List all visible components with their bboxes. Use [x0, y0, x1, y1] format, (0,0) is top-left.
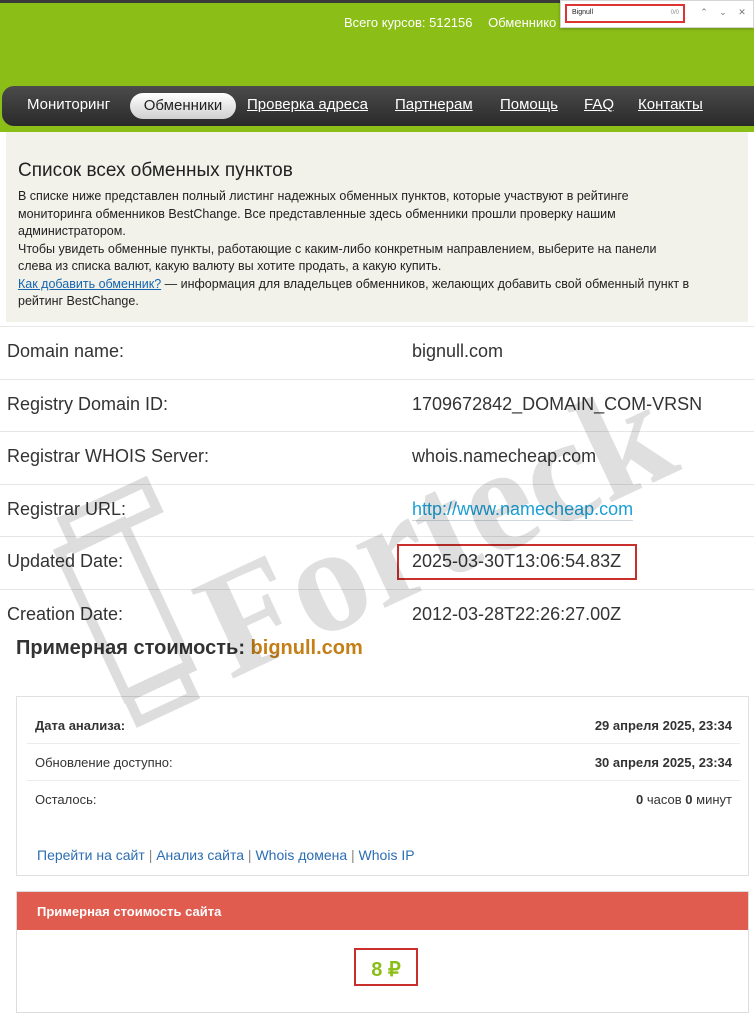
main-nav: Мониторинг Обменники Проверка адреса Пар… [2, 86, 754, 126]
updated-date-highlight [397, 544, 637, 580]
whois-row-domain-name: Domain name: bignull.com [0, 326, 754, 378]
nav-item-exchangers[interactable]: Обменники [130, 93, 236, 119]
site-cost-header: Примерная стоимость сайта [17, 892, 748, 930]
link-separator: | [148, 847, 153, 863]
whois-row-registrar-url: Registrar URL: http://www.namecheap.com [0, 484, 754, 536]
analysis-panel: Дата анализа: 29 апреля 2025, 23:34 Обно… [16, 696, 749, 876]
stats-exchangers[interactable]: Обменнико [488, 15, 556, 30]
remaining-minutes: 0 [685, 792, 693, 807]
page-title: Список всех обменных пунктов [18, 160, 293, 181]
whois-key: Registrar WHOIS Server: [7, 446, 210, 466]
whois-row-updated-date: Updated Date: 2025-03-30T13:06:54.83Z [0, 536, 754, 588]
intro-link-description: — информация для владельцев обменников, … [161, 276, 690, 291]
whois-ip-link[interactable]: Whois IP [359, 847, 415, 863]
whois-key: Domain name: [7, 341, 125, 361]
analysis-row-update: Обновление доступно: 30 апреля 2025, 23:… [27, 744, 740, 781]
site-cost-header-label: Примерная стоимость сайта [37, 904, 222, 919]
price-title-domain: bignull.com [250, 637, 363, 659]
link-separator: | [247, 847, 252, 863]
intro-line: рейтинг BestChange. [18, 294, 139, 308]
find-input[interactable]: Bignull 0/0 [565, 4, 685, 23]
analysis-remaining-label: Осталось: [35, 792, 97, 807]
whois-value: whois.namecheap.com [412, 446, 597, 466]
close-icon[interactable]: ✕ [735, 7, 749, 18]
whois-row-creation-date: Creation Date: 2012-03-28T22:26:27.00Z [0, 589, 754, 641]
whois-key: Updated Date: [7, 551, 124, 571]
nav-wrapper: Мониторинг Обменники Проверка адреса Пар… [0, 84, 754, 132]
analysis-date-value: 29 апреля 2025, 23:34 [594, 718, 732, 733]
whois-key: Creation Date: [7, 604, 124, 624]
remaining-hours-unit: часов [646, 792, 682, 807]
analysis-update-value: 30 апреля 2025, 23:34 [594, 755, 732, 770]
chevron-up-icon[interactable]: ⌃ [697, 7, 711, 18]
analysis-update-label: Обновление доступно: [35, 755, 173, 770]
site-analysis-link[interactable]: Анализ сайта [156, 847, 244, 863]
remaining-minutes-unit: минут [696, 792, 732, 807]
find-bar: Bignull 0/0 ⌃ ⌄ ✕ [560, 0, 754, 28]
intro-section: Список всех обменных пунктов В списке ни… [6, 132, 748, 322]
intro-line: администратором. [18, 224, 126, 238]
nav-item-monitoring[interactable]: Мониторинг [27, 96, 110, 113]
nav-item-faq[interactable]: FAQ [584, 96, 614, 113]
intro-line: Чтобы увидеть обменные пункты, работающи… [18, 241, 657, 256]
nav-item-address-check[interactable]: Проверка адреса [247, 96, 368, 113]
header-stats: Всего курсов: 512156 Обменнико [344, 15, 568, 30]
intro-line: мониторинга обменников BestChange. Все п… [18, 206, 616, 221]
price-title-label: Примерная стоимость: [16, 637, 245, 659]
analysis-row-date: Дата анализа: 29 апреля 2025, 23:34 [27, 707, 740, 744]
whois-value: 1709672842_DOMAIN_COM-VRSN [412, 394, 703, 414]
find-query: Bignull [572, 9, 594, 16]
site-cost-value: 8 ₽ [371, 959, 401, 981]
analysis-remaining-value: 0 часов 0 минут [636, 792, 732, 807]
analysis-links: Перейти на сайт | Анализ сайта | Whois д… [37, 847, 415, 863]
registrar-url-link[interactable]: http://www.namecheap.com [412, 499, 634, 521]
site-cost-highlight: 8 ₽ [354, 948, 418, 986]
stats-total-courses: Всего курсов: 512156 [344, 15, 473, 30]
nav-item-partners[interactable]: Партнерам [395, 96, 473, 113]
whois-domain-link[interactable]: Whois домена [255, 847, 347, 863]
price-title: Примерная стоимость: bignull.com [16, 637, 363, 660]
intro-line: слева из списка валют, какую валюту вы х… [18, 259, 442, 273]
analysis-row-remaining: Осталось: 0 часов 0 минут [27, 781, 740, 818]
go-to-site-link[interactable]: Перейти на сайт [37, 847, 145, 863]
chevron-down-icon[interactable]: ⌄ [716, 7, 730, 18]
whois-row-registry-domain-id: Registry Domain ID: 1709672842_DOMAIN_CO… [0, 379, 754, 431]
how-to-add-exchanger-link[interactable]: Как добавить обменник? [18, 277, 161, 291]
analysis-date-label: Дата анализа: [35, 718, 126, 733]
site-cost-panel: Примерная стоимость сайта 8 ₽ [16, 891, 749, 1013]
nav-item-help[interactable]: Помощь [500, 96, 558, 113]
whois-value: 2012-03-28T22:26:27.00Z [412, 604, 622, 624]
intro-paragraph-1: В списке ниже представлен полный листинг… [18, 188, 733, 311]
whois-key: Registrar URL: [7, 499, 127, 519]
whois-key: Registry Domain ID: [7, 394, 169, 414]
nav-item-contacts[interactable]: Контакты [638, 96, 703, 113]
whois-value: bignull.com [412, 341, 504, 361]
link-separator: | [351, 847, 355, 863]
intro-line-with-link: Как добавить обменник? — информация для … [18, 276, 733, 294]
intro-line: В списке ниже представлен полный листинг… [18, 189, 629, 203]
whois-row-registrar-whois-server: Registrar WHOIS Server: whois.namecheap.… [0, 431, 754, 483]
remaining-hours: 0 [636, 792, 644, 807]
find-match-count: 0/0 [670, 10, 679, 16]
